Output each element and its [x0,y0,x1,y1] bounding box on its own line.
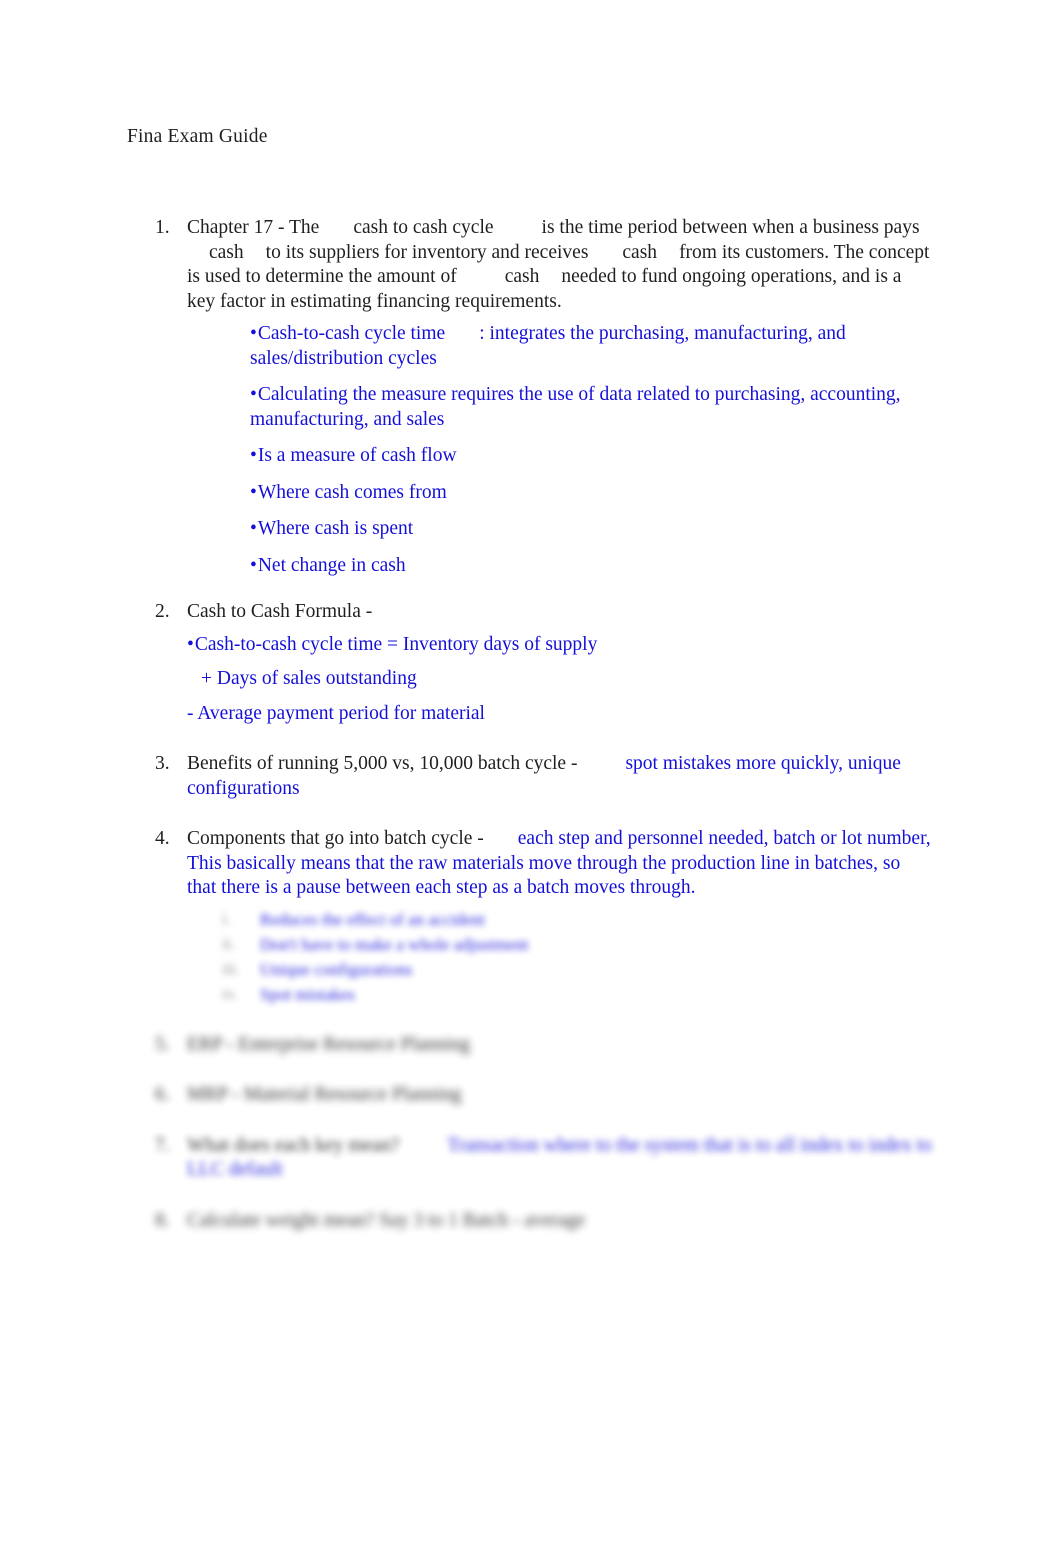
list-item-7: 7. What does each key mean? Transaction w… [0,1134,1062,1183]
item-7-body: What does each key mean? Transaction wher… [187,1134,1062,1183]
item-1-bullets: Cash-to-cash cycle time: integrates the … [187,322,1062,578]
item-3-question: Benefits of running 5,000 vs, 10,000 bat… [187,753,578,774]
item-1-term: cash to cash cycle [353,217,494,238]
list-item-2: 2. Cash to Cash Formula - Cash-to-cash c… [0,600,1062,726]
item-6-body: MRP - Material Resource Planning [187,1083,1062,1108]
sub-item-text: Spot mistakes [260,984,355,1004]
bullet-where-cash-is-spent: Where cash is spent [250,517,1062,542]
item-4-sub-list: i. Reduces the effect of an accident ii.… [187,907,1062,1007]
list-item-4: 4. Components that go into batch cycle -… [0,827,1062,1007]
item-number: 5. [155,1033,170,1055]
page-title: Fina Exam Guide [127,126,268,147]
item-4-body: Components that go into batch cycle - eac… [187,827,1062,901]
sub-item-marker: ii. [222,935,235,953]
bullet-measure-of-cash-flow: Is a measure of cash flow [250,444,1062,469]
list-item-6: 6. MRP - Material Resource Planning [0,1083,1062,1108]
item-5-question: ERP - Enterprise Resource Planning [187,1033,471,1055]
item-1-body: Chapter 17 - The cash to cash cycle is the… [187,216,1062,314]
formula-text: Cash-to-cash cycle time = Inventory days… [194,633,598,655]
list-item-8: 8. Calculate weight mean? Say 3 to 1 Bat… [0,1209,1062,1234]
formula-line-3: - Average payment period for material [187,702,1062,727]
list-item-3: 3. Benefits of running 5,000 vs, 10,000 … [0,752,1062,801]
item-5-body: ERP - Enterprise Resource Planning [187,1033,1062,1058]
item-1-part2: is the time period between when a busine… [541,217,920,238]
list-item-1: 1. Chapter 17 - The cash to cash cycle is … [0,216,1062,578]
bullet-text: Where cash comes from [257,481,447,503]
numbered-list: 1. Chapter 17 - The cash to cash cycle is … [0,216,1062,1233]
item-number: 2. [155,601,170,622]
sub-item-text: Don't have to make a whole adjustment [260,934,529,954]
sub-item-3: iii. Unique configurations [222,957,1062,982]
item-3-body: Benefits of running 5,000 vs, 10,000 bat… [187,752,1062,801]
bullet-where-cash-comes-from: Where cash comes from [250,481,1062,506]
list-item-5: 5. ERP - Enterprise Resource Planning [0,1033,1062,1058]
sub-item-4: iv. Spot mistakes [222,982,1062,1007]
item-7-question: What does each key mean? [187,1134,400,1156]
item-1-word1: cash [209,241,244,263]
item-1-lead: Chapter 17 - The [187,217,320,238]
formula-text: + Days of sales outstanding [201,668,417,689]
bullet-text: Calculating the measure requires the use… [250,384,901,430]
item-1-word2: cash [622,241,658,263]
sub-item-1: i. Reduces the effect of an accident [222,907,1062,932]
sub-item-2: ii. Don't have to make a whole adjustmen… [222,932,1062,957]
item-4-question: Components that go into batch cycle - [187,828,484,849]
sub-item-marker: iv. [222,985,238,1003]
bullet-net-change-in-cash: Net change in cash [250,554,1062,579]
cash-to-cash-formula: Cash-to-cash cycle time = Inventory days… [187,633,1062,727]
item-1-part3: to its suppliers for inventory and recei… [265,241,589,263]
item-number: 3. [155,753,170,774]
sub-item-marker: i. [222,910,231,928]
formula-text: - Average payment period for material [187,702,485,724]
item-number: 8. [155,1209,170,1231]
bullet-label: Cash-to-cash cycle time [257,323,446,344]
sub-item-text: Unique configurations [260,959,413,979]
bullet-text: Is a measure of cash flow [257,445,457,466]
formula-line-1: Cash-to-cash cycle time = Inventory days… [187,633,1062,658]
bullet-text: Where cash is spent [257,518,414,539]
item-number: 7. [155,1134,170,1156]
bullet-cash-cycle-time: Cash-to-cash cycle time: integrates the … [250,322,1062,371]
item-2-body: Cash to Cash Formula - [187,600,1062,625]
item-number: 6. [155,1084,170,1105]
item-number: 4. [155,828,170,849]
document-page: Fina Exam Guide 1. Chapter 17 - The cash … [0,0,1062,1561]
sub-item-marker: iii. [222,960,240,978]
bullet-calculating-measure: Calculating the measure requires the use… [250,383,1062,432]
sub-item-text: Reduces the effect of an accident [260,909,485,929]
item-number: 1. [155,217,170,238]
item-6-question: MRP - Material Resource Planning [187,1084,462,1105]
item-8-question: Calculate weight mean? Say 3 to 1 Batch … [187,1209,585,1231]
formula-line-2: + Days of sales outstanding [187,667,1062,692]
item-1-word3: cash [504,266,540,287]
item-2-heading: Cash to Cash Formula - [187,601,373,622]
bullet-text: Net change in cash [257,554,406,576]
item-8-body: Calculate weight mean? Say 3 to 1 Batch … [187,1209,1062,1234]
